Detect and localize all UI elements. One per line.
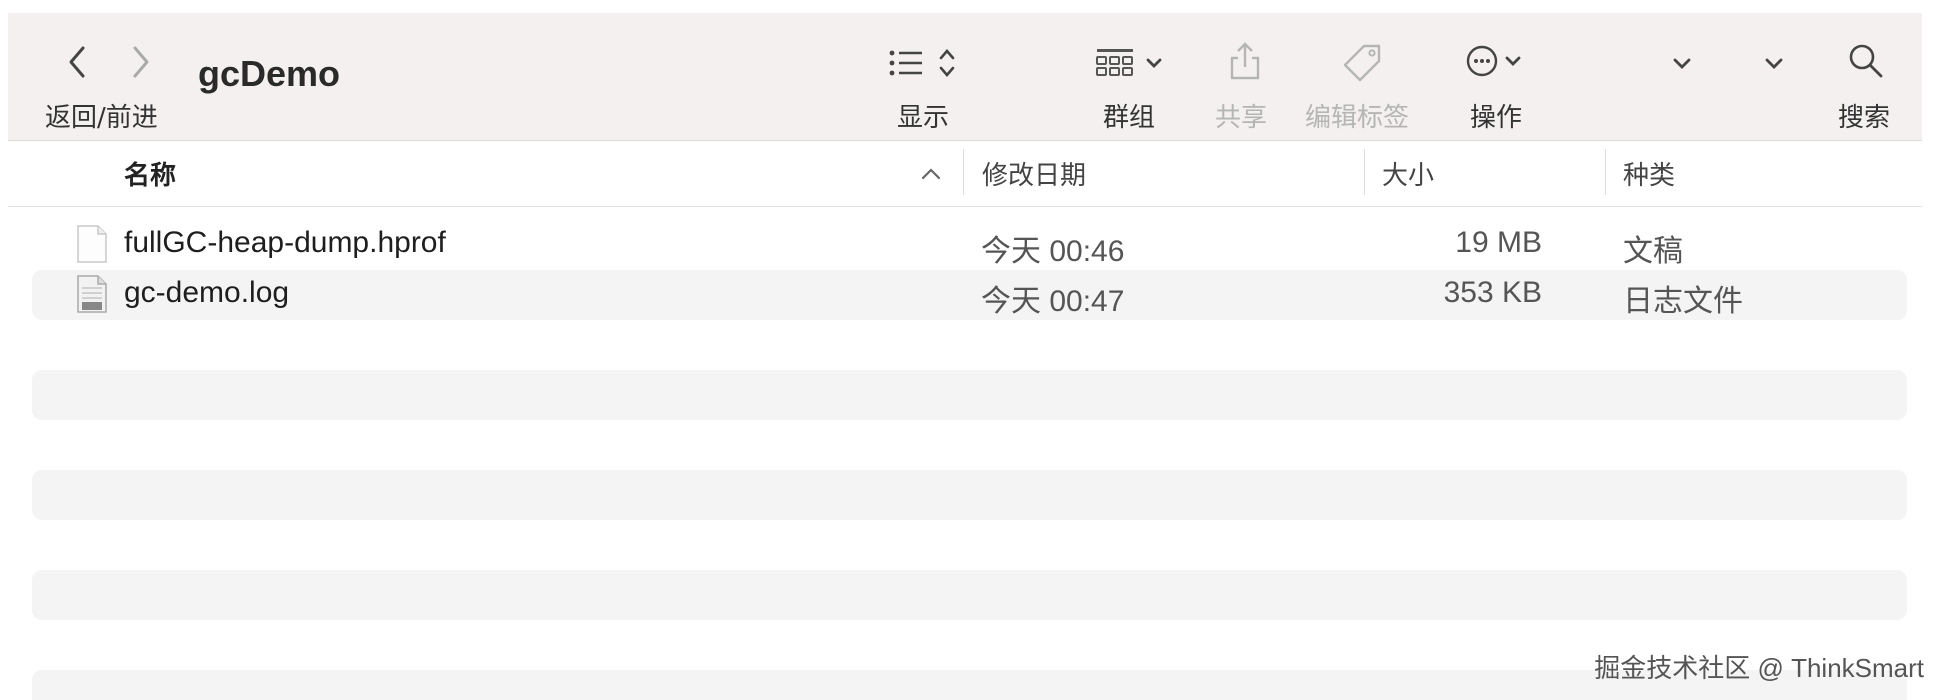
file-name: gc-demo.log bbox=[124, 276, 290, 309]
group-grid-icon[interactable] bbox=[1096, 47, 1176, 79]
toolbar: 返回/前进 gcDemo 显示 群组 共享 编辑标签 操作 搜索 bbox=[8, 13, 1922, 141]
action-label: 操作 bbox=[1470, 103, 1523, 133]
column-divider[interactable] bbox=[1364, 149, 1365, 195]
file-name: fullGC-heap-dump.hprof bbox=[124, 226, 446, 259]
search-icon[interactable] bbox=[1848, 43, 1884, 79]
column-name[interactable]: 名称 bbox=[124, 155, 176, 192]
file-kind: 文稿 bbox=[1623, 235, 1683, 268]
column-modified[interactable]: 修改日期 bbox=[982, 155, 1086, 192]
log-file-icon bbox=[77, 275, 107, 313]
file-row[interactable]: fullGC-heap-dump.hprof 今天 00:46 19 MB 文稿 bbox=[32, 220, 1907, 270]
column-kind[interactable]: 种类 bbox=[1623, 155, 1675, 192]
view-label: 显示 bbox=[897, 103, 950, 133]
file-modified: 今天 00:47 bbox=[981, 285, 1125, 318]
column-size[interactable]: 大小 bbox=[1382, 155, 1434, 192]
column-header: 名称 修改日期 大小 种类 bbox=[8, 141, 1922, 207]
document-icon bbox=[77, 225, 107, 263]
empty-row bbox=[32, 370, 1907, 420]
column-divider[interactable] bbox=[1605, 149, 1606, 195]
watermark: 掘金技术社区 @ ThinkSmart bbox=[1594, 653, 1924, 683]
chevron-down-icon[interactable] bbox=[1672, 57, 1692, 71]
nav-label: 返回/前进 bbox=[45, 103, 158, 133]
empty-row bbox=[32, 570, 1907, 620]
share-label: 共享 bbox=[1215, 103, 1268, 133]
empty-row bbox=[32, 470, 1907, 520]
chevron-down-icon[interactable] bbox=[1764, 57, 1784, 71]
column-divider[interactable] bbox=[963, 149, 964, 195]
back-chevron-icon[interactable] bbox=[66, 45, 88, 79]
group-label: 群组 bbox=[1103, 103, 1156, 133]
list-view-icon[interactable] bbox=[888, 47, 968, 79]
file-row[interactable]: gc-demo.log 今天 00:47 353 KB 日志文件 bbox=[32, 270, 1907, 320]
file-size: 19 MB bbox=[1455, 226, 1542, 259]
forward-chevron-icon[interactable] bbox=[130, 45, 152, 79]
share-icon[interactable] bbox=[1228, 41, 1262, 81]
sort-ascending-icon[interactable] bbox=[920, 167, 942, 181]
file-modified: 今天 00:46 bbox=[981, 235, 1125, 268]
tags-label: 编辑标签 bbox=[1305, 103, 1410, 133]
file-kind: 日志文件 bbox=[1623, 285, 1743, 318]
more-actions-icon[interactable] bbox=[1465, 43, 1535, 79]
tag-icon[interactable] bbox=[1342, 43, 1382, 83]
window-title: gcDemo bbox=[198, 53, 341, 94]
file-size: 353 KB bbox=[1443, 276, 1542, 309]
search-label: 搜索 bbox=[1838, 103, 1891, 133]
